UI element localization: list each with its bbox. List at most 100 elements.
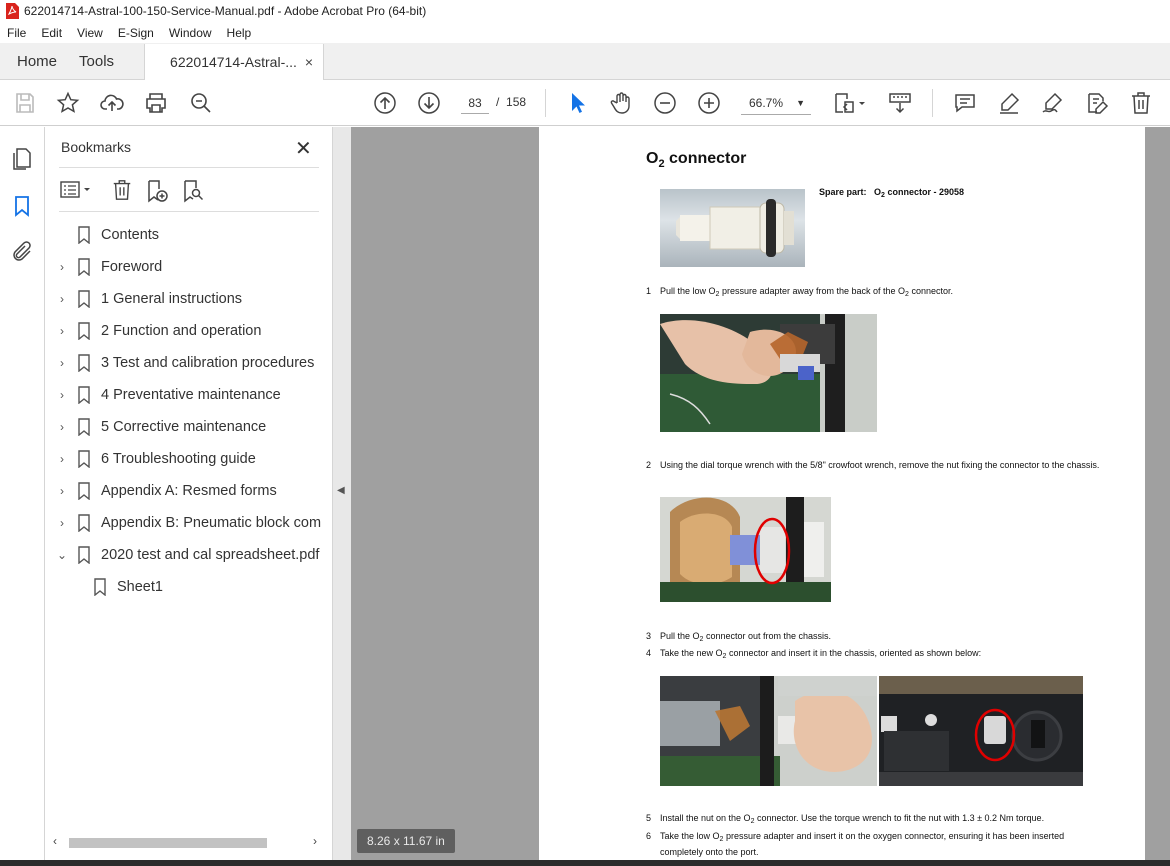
page-down-icon[interactable] [417, 91, 441, 115]
highlight-icon[interactable] [997, 91, 1021, 115]
bookmarks-icon[interactable] [10, 194, 34, 218]
star-icon[interactable] [56, 91, 80, 115]
bookmark-item[interactable]: › Appendix A: Resmed forms [53, 475, 277, 507]
upload-icon[interactable] [100, 91, 124, 115]
window-title-bar: 622014714-Astral-100-150-Service-Manual.… [0, 0, 1170, 22]
bookmark-item[interactable]: Sheet1 [69, 571, 163, 603]
hand-icon[interactable] [609, 91, 633, 115]
chevron-right-icon[interactable]: › [53, 516, 71, 530]
menu-edit[interactable]: Edit [33, 26, 69, 40]
attachments-icon[interactable] [10, 240, 34, 264]
chevron-right-icon[interactable]: › [53, 324, 71, 338]
bookmarks-toolbar [59, 175, 319, 205]
bookmark-icon [78, 258, 90, 276]
bookmark-label: Foreword [101, 259, 163, 275]
bookmark-item[interactable]: Contents [53, 219, 159, 251]
chevron-down-icon[interactable]: ⌄ [53, 548, 71, 562]
bookmark-label: Appendix A: Resmed forms [101, 483, 277, 499]
chevron-right-icon[interactable]: › [53, 356, 71, 370]
select-cursor-icon[interactable] [565, 91, 589, 115]
bookmark-item[interactable]: › 6 Troubleshooting guide [53, 443, 256, 475]
horizontal-scrollbar[interactable]: ‹ › [51, 833, 327, 849]
chevron-down-icon: ▼ [796, 98, 805, 108]
bookmark-icon [78, 290, 90, 308]
bookmark-icon [78, 322, 90, 340]
page-separator: / [496, 95, 500, 109]
tab-tools[interactable]: Tools [73, 43, 130, 79]
bookmark-item[interactable]: › Appendix B: Pneumatic block com [53, 507, 321, 539]
scroll-right-icon[interactable]: › [313, 834, 317, 848]
step-4-photo-right [879, 676, 1083, 786]
bookmark-item[interactable]: › 4 Preventative maintenance [53, 379, 281, 411]
sign-icon[interactable] [1041, 91, 1065, 115]
bookmark-icon [78, 226, 90, 244]
scroll-left-icon[interactable]: ‹ [53, 834, 57, 848]
collapse-left-icon[interactable]: ◀ [337, 485, 345, 496]
save-icon[interactable] [13, 91, 37, 115]
bookmark-item[interactable]: › 2 Function and operation [53, 315, 261, 347]
document-view[interactable]: O2 connector Spare part: O2 connector - … [351, 127, 1170, 860]
menu-window[interactable]: Window [161, 26, 219, 40]
page-thumbnails-icon[interactable] [10, 147, 34, 171]
tab-home[interactable]: Home [0, 43, 73, 79]
bookmark-icon [78, 482, 90, 500]
pdf-page: O2 connector Spare part: O2 connector - … [539, 127, 1145, 860]
zoom-search-icon[interactable] [189, 91, 213, 115]
close-icon[interactable]: ✕ [295, 136, 312, 161]
toolbar-divider [545, 89, 546, 117]
step-2-photo [660, 497, 831, 602]
scroll-mode-icon[interactable] [888, 91, 912, 115]
page-number-input[interactable] [461, 92, 489, 114]
chevron-right-icon[interactable]: › [53, 420, 71, 434]
page-total-count: 158 [506, 95, 527, 109]
connector-part-photo [660, 189, 805, 267]
bookmark-item[interactable]: › 5 Corrective maintenance [53, 411, 266, 443]
zoom-out-icon[interactable] [653, 91, 677, 115]
bookmark-icon [78, 418, 90, 436]
chevron-right-icon[interactable]: › [53, 388, 71, 402]
bookmark-item[interactable]: › Foreword [53, 251, 162, 283]
scrollbar-thumb[interactable] [69, 838, 267, 848]
page-size-indicator: 8.26 x 11.67 in [357, 829, 455, 853]
bookmark-label: Appendix B: Pneumatic block com [101, 515, 322, 531]
zoom-level-value: 66.7% [749, 95, 784, 110]
step-4-photo-left [660, 676, 877, 786]
chevron-right-icon[interactable]: › [53, 452, 71, 466]
step-1-photo [660, 314, 877, 432]
bookmarks-panel: Bookmarks ✕ Contents › Foreword › 1 Gene… [45, 127, 333, 860]
comment-icon[interactable] [953, 91, 977, 115]
find-bookmark-icon[interactable] [181, 179, 205, 203]
bookmark-item[interactable]: › 1 General instructions [53, 283, 242, 315]
menu-esign[interactable]: E-Sign [110, 26, 161, 40]
bookmark-icon [78, 450, 90, 468]
chevron-right-icon[interactable]: › [53, 292, 71, 306]
bookmark-item[interactable]: › 3 Test and calibration procedures [53, 347, 314, 379]
bookmark-label: 2020 test and cal spreadsheet.pdf [101, 547, 320, 563]
edit-icon[interactable] [1085, 91, 1109, 115]
delete-bookmark-icon[interactable] [111, 179, 133, 201]
tab-close-icon[interactable]: × [305, 54, 313, 70]
fit-page-icon[interactable] [833, 91, 867, 115]
print-icon[interactable] [144, 91, 168, 115]
chevron-right-icon[interactable]: › [53, 484, 71, 498]
menu-view[interactable]: View [69, 26, 110, 40]
menu-file[interactable]: File [0, 26, 33, 40]
page-up-icon[interactable] [373, 91, 397, 115]
bookmark-label: 1 General instructions [101, 291, 243, 307]
bookmark-label: 5 Corrective maintenance [101, 419, 267, 435]
spare-part-note: Spare part: O2 connector - 29058 [819, 187, 964, 199]
panel-collapse-handle[interactable]: ◀ [333, 127, 351, 860]
delete-icon[interactable] [1129, 91, 1153, 115]
bookmark-item[interactable]: ⌄ 2020 test and cal spreadsheet.pdf [53, 539, 319, 571]
tab-document[interactable]: 622014714-Astral-... × [144, 44, 325, 80]
menu-help[interactable]: Help [219, 26, 259, 40]
bookmark-label: 6 Troubleshooting guide [101, 451, 256, 467]
window-title: 622014714-Astral-100-150-Service-Manual.… [24, 4, 427, 18]
bookmark-icon [78, 354, 90, 372]
chevron-right-icon[interactable]: › [53, 260, 71, 274]
zoom-level-select[interactable]: 66.7% ▼ [741, 91, 811, 115]
options-list-icon[interactable] [59, 179, 95, 201]
navigation-rail [0, 127, 45, 866]
add-bookmark-icon[interactable] [145, 179, 169, 203]
zoom-in-icon[interactable] [697, 91, 721, 115]
